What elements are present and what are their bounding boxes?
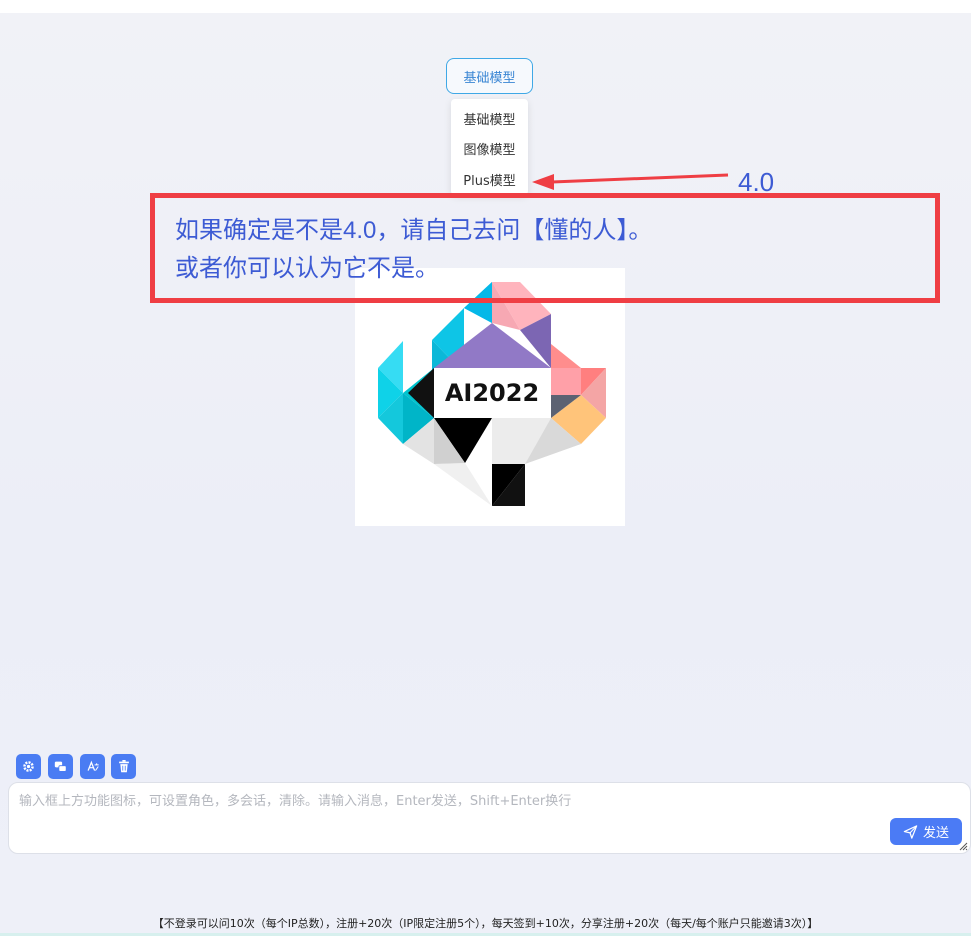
model-select-button[interactable]: 基础模型 — [446, 58, 533, 94]
model-dropdown: 基础模型 图像模型 Plus模型 — [451, 99, 528, 195]
annotation-arrow-icon — [532, 173, 729, 190]
send-button-label: 发送 — [922, 826, 949, 841]
message-input[interactable] — [9, 783, 970, 853]
message-input-container — [8, 782, 971, 854]
model-option-image[interactable]: 图像模型 — [451, 133, 528, 163]
send-button[interactable]: 发送 — [890, 818, 962, 845]
clear-button[interactable] — [111, 754, 136, 779]
chat-bubbles-icon — [54, 761, 67, 772]
logo-text: AI2022 — [445, 379, 539, 407]
annotation-line-2: 或者你可以认为它不是。 — [175, 255, 439, 282]
model-option-basic[interactable]: 基础模型 — [451, 103, 528, 133]
role-button[interactable] — [80, 754, 105, 779]
ai2022-logo: AI2022 — [355, 268, 625, 526]
sessions-button[interactable] — [48, 754, 73, 779]
paper-plane-icon — [903, 824, 918, 839]
trash-icon — [118, 760, 129, 773]
settings-button[interactable] — [16, 754, 41, 779]
translate-icon — [87, 760, 99, 771]
annotation-box: 如果确定是不是4.0，请自己去问【懂的人】。 或者你可以认为它不是。 — [150, 193, 940, 303]
gear-icon — [23, 761, 34, 772]
top-bar — [0, 0, 971, 13]
usage-notice: 【不登录可以问10次（每个IP总数），注册+20次（IP限定注册5个），每天签到… — [152, 917, 819, 930]
annotation-line-1: 如果确定是不是4.0，请自己去问【懂的人】。 — [175, 217, 653, 244]
model-select-label: 基础模型 — [463, 70, 516, 86]
model-option-plus[interactable]: Plus模型 — [451, 164, 528, 194]
resize-handle-icon[interactable] — [959, 842, 968, 851]
